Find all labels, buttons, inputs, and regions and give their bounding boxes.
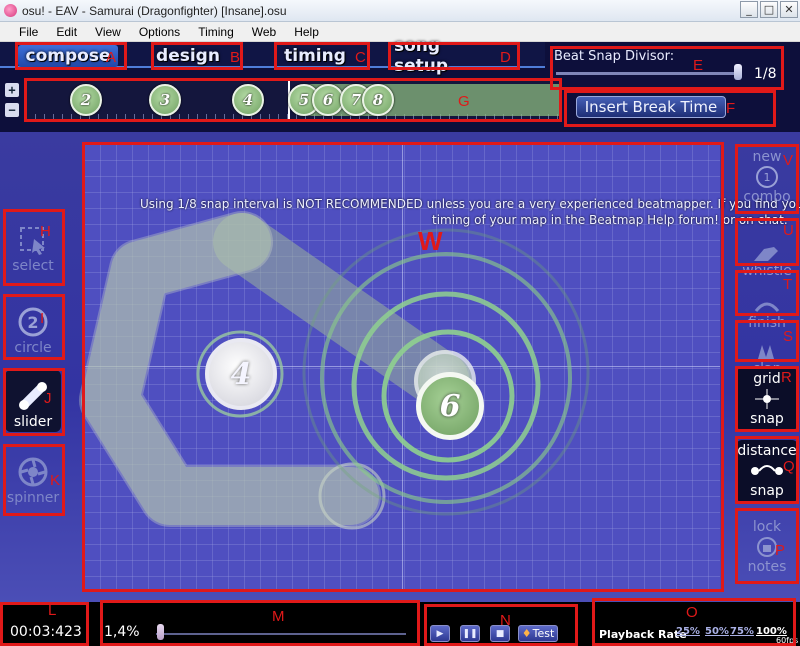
annotation-label: T [783, 276, 793, 293]
annotation-box-w [82, 142, 724, 592]
annotation-box-i [3, 294, 65, 360]
annotation-label: J [44, 390, 52, 407]
annotation-label: I [40, 310, 45, 327]
annotation-box-p [735, 508, 799, 584]
annotation-label: O [686, 604, 698, 621]
annotation-label: M [272, 608, 285, 625]
annotation-label: S [783, 328, 794, 345]
annotation-label: N [500, 612, 511, 629]
annotation-label: A [106, 49, 117, 66]
annotation-label: C [355, 49, 366, 66]
annotation-label: L [48, 602, 57, 619]
annotation-box-h [3, 209, 65, 286]
annotation-label: H [40, 223, 51, 240]
annotation-label: V [783, 152, 794, 169]
annotation-box-m [100, 600, 420, 646]
annotation-label: D [500, 49, 511, 66]
annotation-label: P [775, 542, 786, 559]
annotation-label: Q [783, 458, 795, 475]
annotation-box-j [3, 368, 65, 436]
annotation-box-l [0, 602, 89, 646]
annotation-label: G [458, 93, 470, 110]
annotation-box-f [564, 90, 776, 127]
annotation-label: W [418, 226, 443, 256]
annotation-label: F [726, 100, 736, 117]
annotation-label: B [230, 49, 241, 66]
annotation-label: U [783, 222, 794, 239]
annotation-box-e [550, 46, 784, 90]
annotation-label: E [693, 57, 704, 74]
annotation-label: R [781, 369, 792, 386]
annotation-box-g [24, 78, 562, 122]
annotation-label: K [50, 472, 61, 489]
